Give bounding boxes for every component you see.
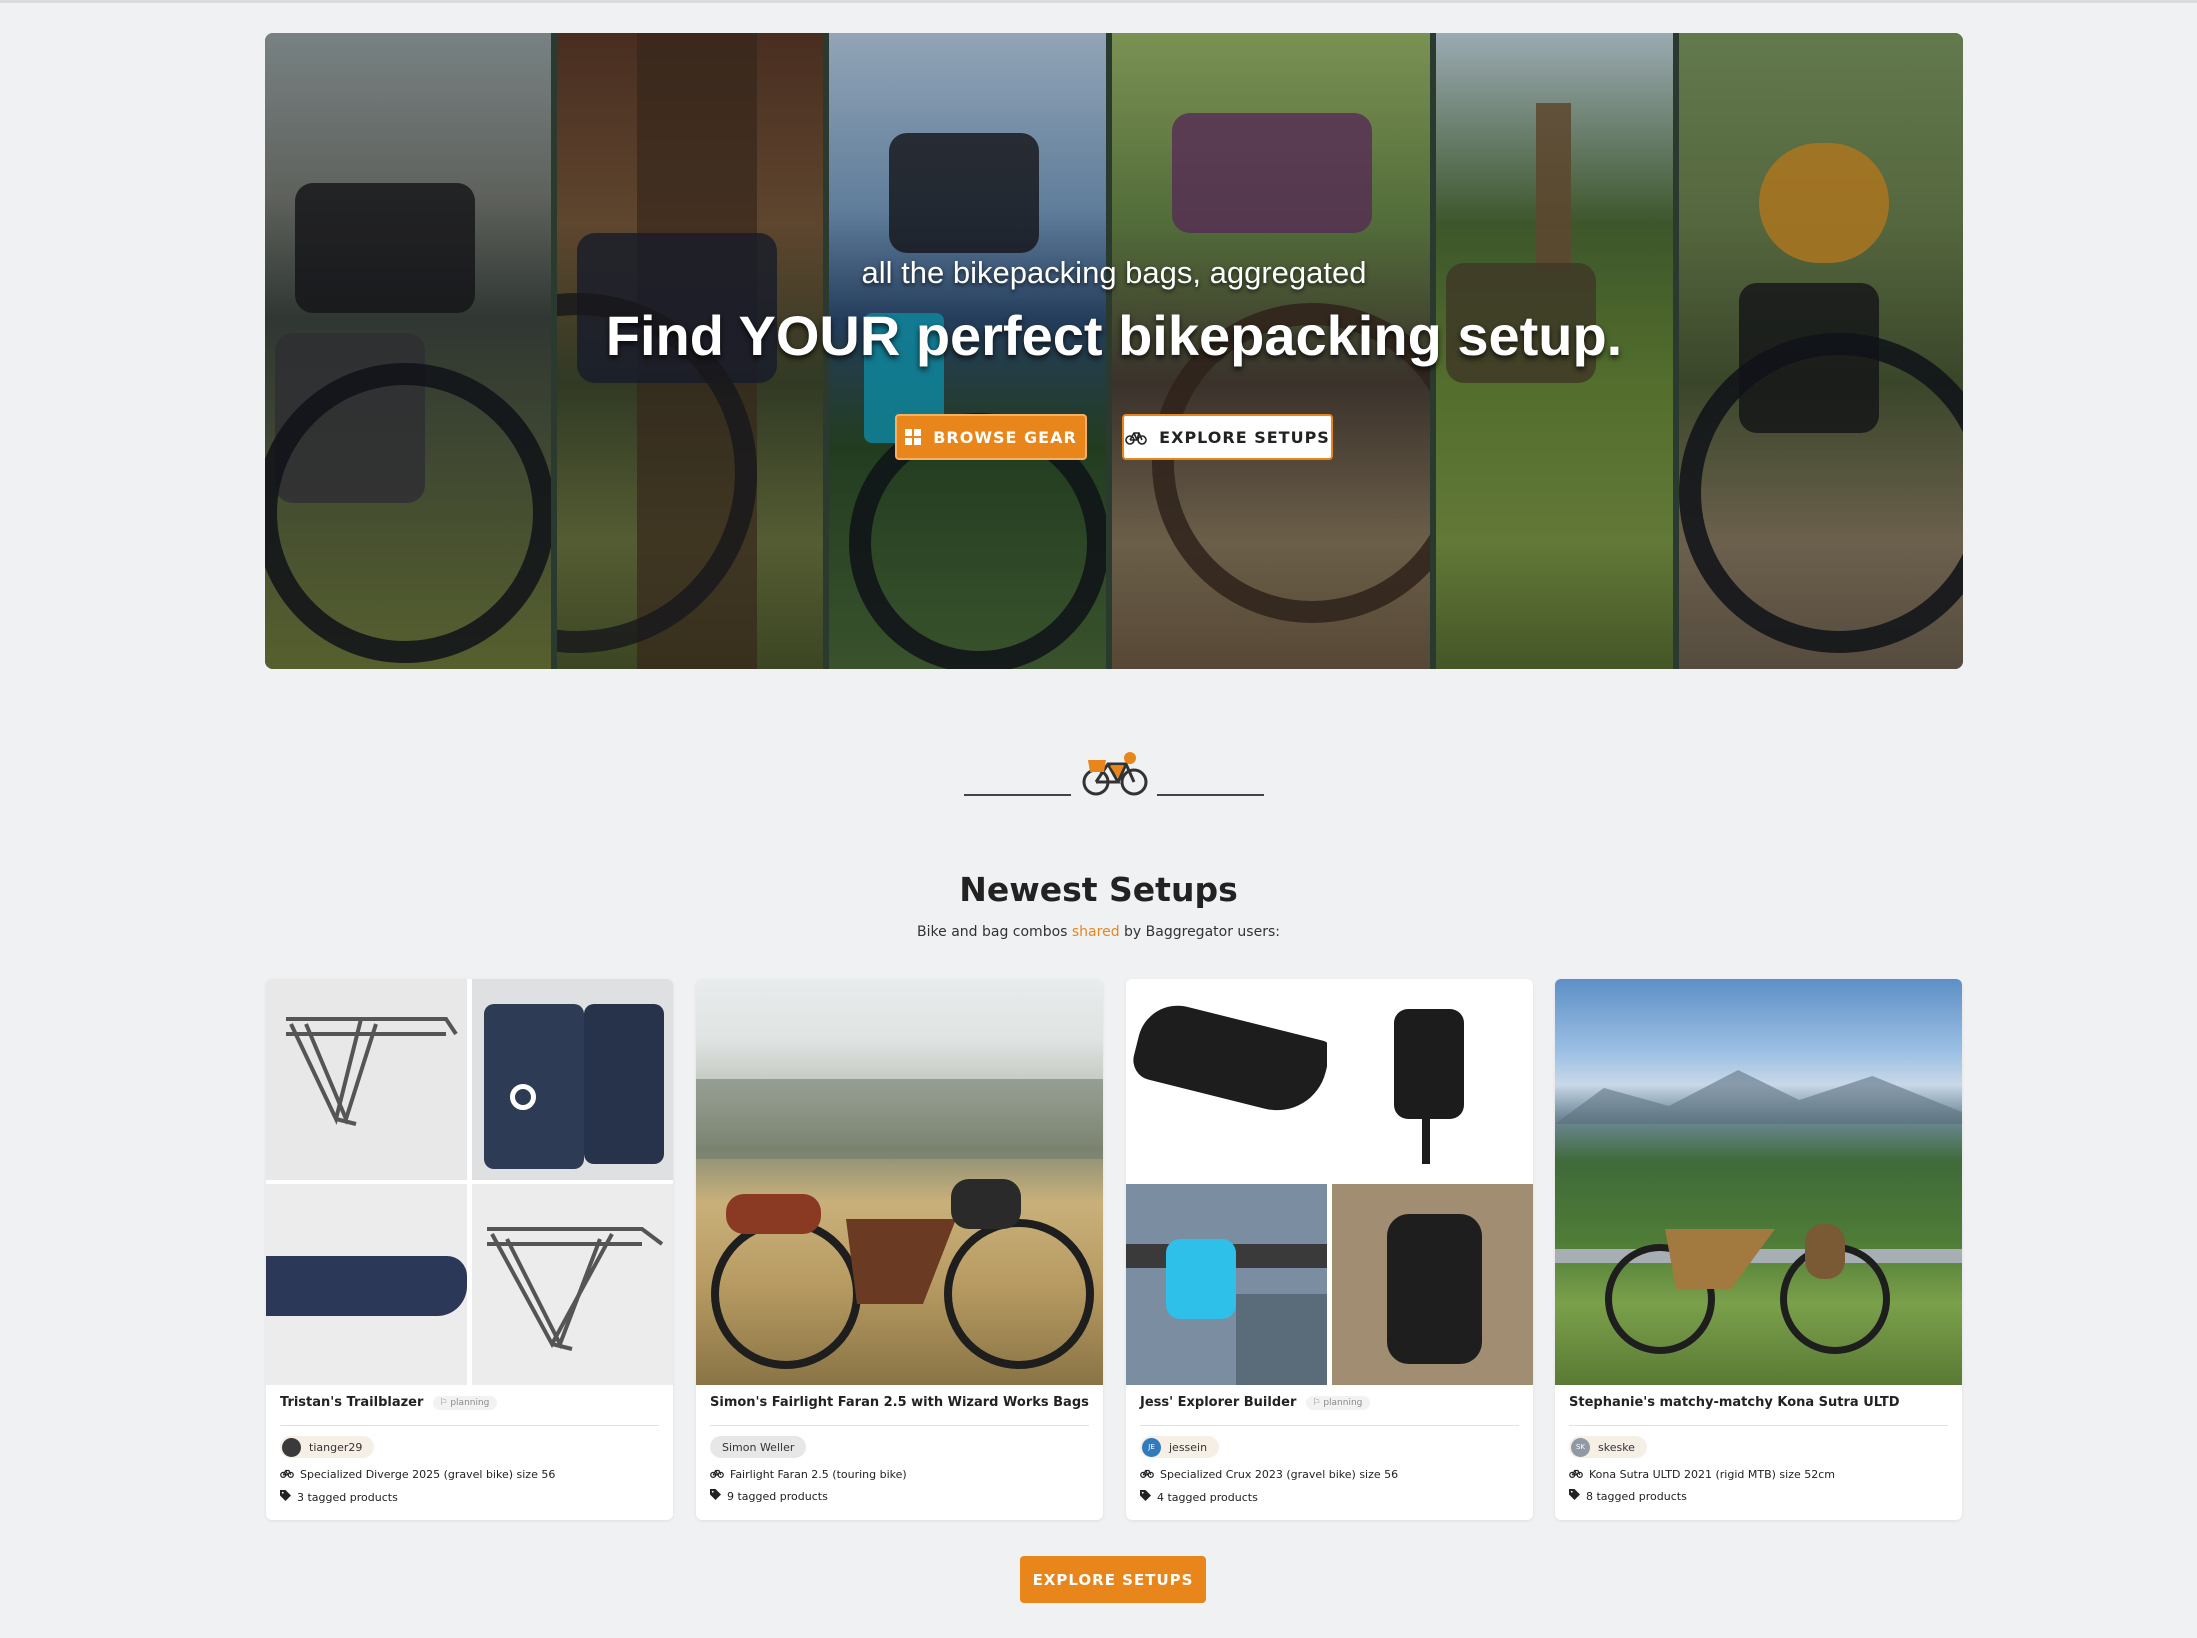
status-badge: ⚐ planning (1306, 1395, 1371, 1410)
top-border (0, 0, 2197, 3)
setup-thumbnail (266, 979, 673, 1385)
bike-text: Fairlight Faran 2.5 (touring bike) (730, 1468, 907, 1481)
bike-text: Kona Sutra ULTD 2021 (rigid MTB) size 52… (1589, 1468, 1835, 1481)
hero-title: Find YOUR perfect bikepacking setup. (605, 304, 1623, 367)
hero-banner: all the bikepacking bags, aggregated Fin… (265, 33, 1963, 669)
tag-icon (1569, 1489, 1580, 1503)
bicycle-icon (1569, 1468, 1583, 1481)
bike-text: Specialized Crux 2023 (gravel bike) size… (1160, 1468, 1399, 1481)
setup-name[interactable]: Stephanie's matchy-matchy Kona Sutra ULT… (1569, 1395, 1900, 1410)
setup-name[interactable]: Tristan's Trailblazer ⚐ planning (280, 1395, 498, 1410)
setup-thumbnail (1126, 979, 1533, 1385)
divider-line-left (964, 794, 1071, 796)
products-text: 4 tagged products (1157, 1490, 1258, 1504)
avatar (282, 1437, 301, 1457)
product-image-rack-2 (472, 1184, 673, 1385)
divider (710, 1425, 1089, 1426)
setup-name-text: Simon's Fairlight Faran 2.5 with Wizard … (710, 1395, 1089, 1410)
grid-icon (905, 429, 922, 445)
user-chip[interactable]: tianger29 (280, 1436, 375, 1458)
explore-setups-hero-button[interactable]: EXPLORE SETUPS (1122, 414, 1333, 460)
tag-icon (280, 1490, 291, 1504)
section-title: Newest Setups (959, 870, 1238, 909)
bike-logo-icon (1080, 750, 1150, 802)
setup-card[interactable]: Jess' Explorer Builder ⚐ planning JE jes… (1126, 979, 1533, 1520)
avatar: SK (1571, 1437, 1590, 1457)
setup-thumbnail (696, 979, 1103, 1385)
hero-subtitle: all the bikepacking bags, aggregated (861, 255, 1367, 290)
username: tianger29 (309, 1440, 363, 1454)
setup-card[interactable]: Simon's Fairlight Faran 2.5 with Wizard … (696, 979, 1103, 1520)
product-image-panniers (472, 979, 673, 1180)
status-badge: ⚐ planning (433, 1395, 498, 1410)
bicycle-icon (1140, 1468, 1154, 1481)
username: skeske (1598, 1440, 1635, 1454)
divider (1569, 1425, 1948, 1426)
divider (1140, 1425, 1519, 1426)
browse-gear-label: BROWSE GEAR (933, 427, 1077, 447)
divider-line-right (1157, 794, 1264, 796)
setup-name[interactable]: Simon's Fairlight Faran 2.5 with Wizard … (710, 1395, 1089, 1410)
divider (280, 1425, 659, 1426)
product-image-dry-bag (1332, 1184, 1533, 1385)
tag-icon (1140, 1490, 1151, 1504)
shared-link[interactable]: shared (1072, 924, 1120, 940)
products-text: 9 tagged products (727, 1489, 828, 1503)
setup-card[interactable]: Stephanie's matchy-matchy Kona Sutra ULT… (1555, 979, 1962, 1520)
bicycle-icon (280, 1468, 294, 1481)
tag-icon (710, 1489, 721, 1503)
products-text: 8 tagged products (1586, 1489, 1687, 1503)
bicycle-icon (1125, 429, 1147, 445)
bike-info: Specialized Crux 2023 (gravel bike) size… (1140, 1468, 1398, 1481)
setup-thumbnail (1555, 979, 1962, 1385)
bike-info: Fairlight Faran 2.5 (touring bike) (710, 1468, 907, 1481)
section-subtitle-text: Bike and bag combos (917, 924, 1072, 940)
section-subtitle-text-end: by Baggregator users: (1119, 924, 1280, 940)
section-subtitle: Bike and bag combos shared by Baggregato… (0, 924, 2197, 940)
products-info: 4 tagged products (1140, 1490, 1258, 1504)
status-text: planning (450, 1397, 490, 1408)
product-image-frame-bag (266, 1184, 467, 1385)
status-text: planning (1323, 1397, 1363, 1408)
user-chip[interactable]: JE jessein (1140, 1436, 1220, 1458)
bike-text: Specialized Diverge 2025 (gravel bike) s… (300, 1468, 556, 1481)
bicycle-icon (710, 1468, 724, 1481)
username: Simon Weller (722, 1440, 795, 1454)
explore-setups-button[interactable]: EXPLORE SETUPS (1020, 1556, 1206, 1603)
setup-name-text: Jess' Explorer Builder (1140, 1395, 1297, 1410)
setup-card[interactable]: Tristan's Trailblazer ⚐ planning tianger… (266, 979, 673, 1520)
product-image-saddle-bag (1126, 979, 1327, 1180)
product-image-stem-bag (1332, 979, 1533, 1180)
products-info: 9 tagged products (710, 1489, 828, 1503)
explore-setups-hero-label: EXPLORE SETUPS (1159, 427, 1330, 447)
bike-info: Specialized Diverge 2025 (gravel bike) s… (280, 1468, 555, 1481)
setup-name[interactable]: Jess' Explorer Builder ⚐ planning (1140, 1395, 1371, 1410)
product-image-bike-front (1126, 1184, 1327, 1385)
username: jessein (1169, 1440, 1208, 1454)
section-divider (964, 750, 1264, 800)
browse-gear-button[interactable]: BROWSE GEAR (895, 414, 1087, 460)
setup-name-text: Tristan's Trailblazer (280, 1395, 424, 1410)
products-text: 3 tagged products (297, 1490, 398, 1504)
setup-name-text: Stephanie's matchy-matchy Kona Sutra ULT… (1569, 1395, 1900, 1410)
products-info: 8 tagged products (1569, 1489, 1687, 1503)
user-chip[interactable]: SK skeske (1569, 1436, 1647, 1458)
product-image-rack (266, 979, 467, 1180)
bike-info: Kona Sutra ULTD 2021 (rigid MTB) size 52… (1569, 1468, 1835, 1481)
user-chip[interactable]: Simon Weller (710, 1436, 807, 1458)
avatar: JE (1142, 1437, 1161, 1457)
products-info: 3 tagged products (280, 1490, 398, 1504)
